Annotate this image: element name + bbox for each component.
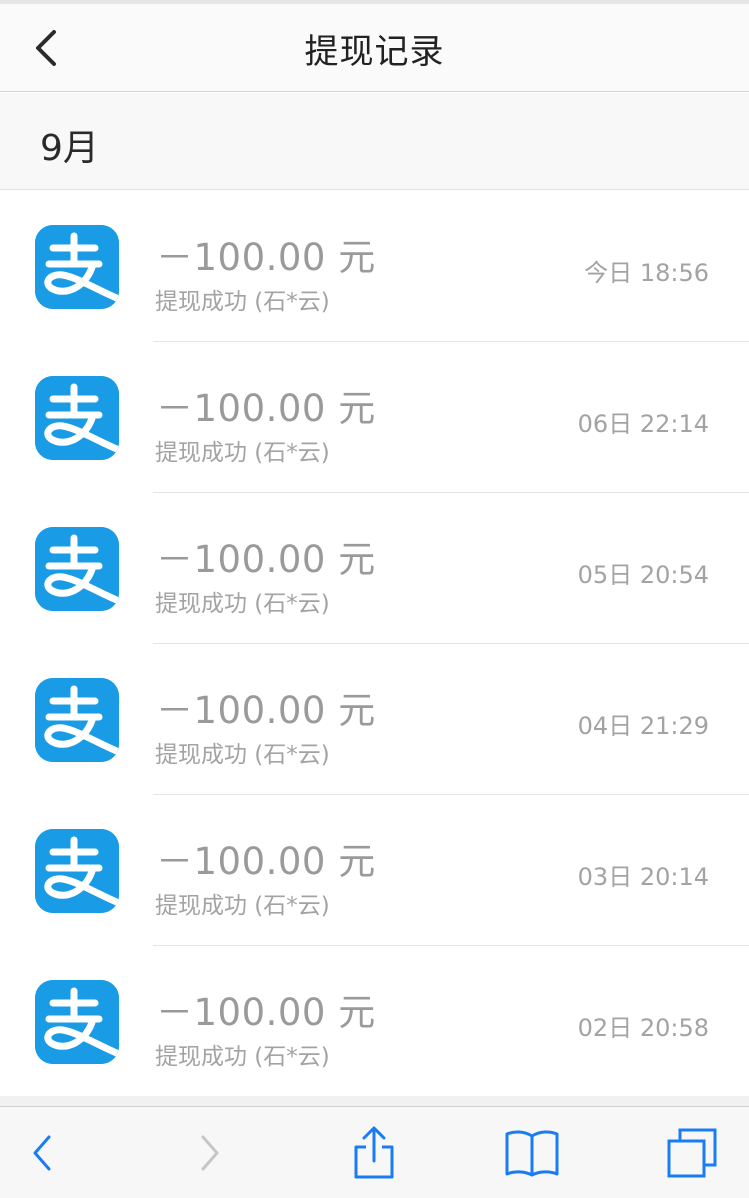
record-time: 今日 18:56 [584, 259, 709, 287]
browser-back-icon [33, 1135, 51, 1171]
record-list: －100.00 元 提现成功 (石*云) 今日 18:56 －100.00 元 … [0, 191, 749, 1097]
tabs-icon [667, 1128, 717, 1178]
browser-toolbar [0, 1106, 749, 1198]
record-status: 提现成功 (石*云) [155, 591, 330, 617]
bookmarks-icon [505, 1130, 559, 1177]
record-status: 提现成功 (石*云) [155, 1044, 330, 1070]
record-row[interactable]: －100.00 元 提现成功 (石*云) 04日 21:29 [0, 644, 749, 795]
alipay-icon [35, 527, 119, 611]
nav-header: 提现记录 [0, 4, 749, 92]
tabs-button[interactable] [660, 1121, 724, 1185]
chevron-left-icon [36, 30, 56, 66]
browser-forward-button[interactable] [178, 1121, 242, 1185]
month-label: 9月 [40, 128, 99, 169]
record-status: 提现成功 (石*云) [155, 289, 330, 315]
record-amount: －100.00 元 [156, 689, 376, 732]
record-status: 提现成功 (石*云) [155, 893, 330, 919]
record-time: 06日 22:14 [577, 410, 709, 438]
bookmarks-button[interactable] [500, 1121, 564, 1185]
record-row[interactable]: －100.00 元 提现成功 (石*云) 03日 20:14 [0, 795, 749, 946]
record-row[interactable]: －100.00 元 提现成功 (石*云) 02日 20:58 [0, 946, 749, 1097]
record-status: 提现成功 (石*云) [155, 742, 330, 768]
alipay-icon [35, 225, 119, 309]
withdrawal-records-page: 提现记录 9月 －100.00 元 提现成功 (石*云) 今日 18:56 －1… [0, 0, 749, 1198]
record-status: 提现成功 (石*云) [155, 440, 330, 466]
record-time: 02日 20:58 [577, 1014, 709, 1042]
share-button[interactable] [342, 1121, 406, 1185]
record-amount: －100.00 元 [156, 538, 376, 581]
record-amount: －100.00 元 [156, 840, 376, 883]
record-amount: －100.00 元 [156, 236, 376, 279]
alipay-icon [35, 376, 119, 460]
record-row[interactable]: －100.00 元 提现成功 (石*云) 06日 22:14 [0, 342, 749, 493]
record-time: 04日 21:29 [577, 712, 709, 740]
browser-back-button[interactable] [10, 1121, 74, 1185]
record-row[interactable]: －100.00 元 提现成功 (石*云) 今日 18:56 [0, 191, 749, 342]
record-amount: －100.00 元 [156, 991, 376, 1034]
share-icon [354, 1126, 394, 1179]
record-row[interactable]: －100.00 元 提现成功 (石*云) 05日 20:54 [0, 493, 749, 644]
list-bottom-spacer [0, 1096, 749, 1106]
page-title: 提现记录 [304, 31, 445, 72]
alipay-icon [35, 829, 119, 913]
month-section-header: 9月 [0, 93, 749, 190]
back-button[interactable] [22, 22, 70, 74]
record-amount: －100.00 元 [156, 387, 376, 430]
alipay-icon [35, 678, 119, 762]
record-time: 05日 20:54 [577, 561, 709, 589]
browser-forward-icon [201, 1135, 219, 1171]
record-time: 03日 20:14 [577, 863, 709, 891]
alipay-icon [35, 980, 119, 1064]
